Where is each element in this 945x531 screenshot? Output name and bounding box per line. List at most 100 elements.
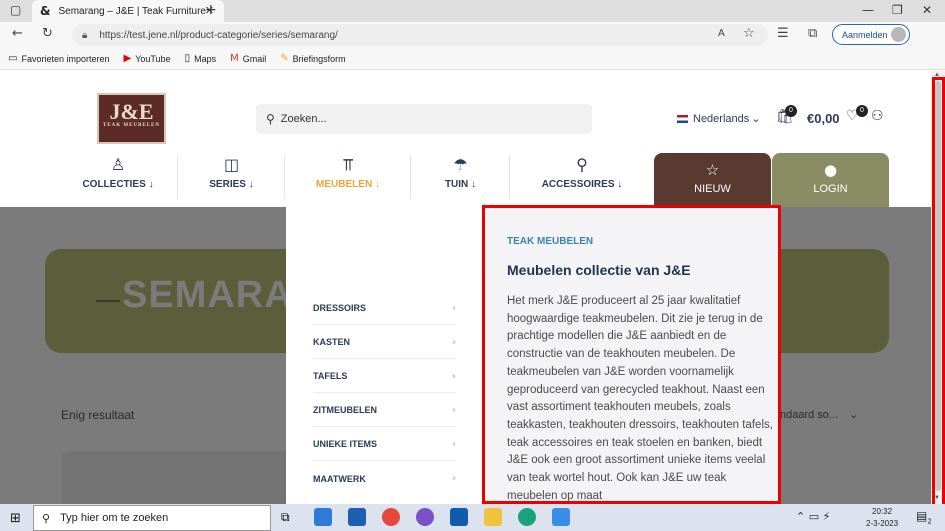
nav-tuin[interactable]: ☂ TUIN ↓ — [411, 155, 510, 207]
chevron-right-icon: › — [451, 473, 456, 484]
arrow-down-icon: ↓ — [471, 179, 477, 190]
cart-total[interactable]: €0,00 — [807, 111, 840, 126]
chevron-right-icon: › — [451, 370, 456, 382]
bookmark-import[interactable]: ▭ Favorieten importeren — [8, 53, 110, 64]
chevron-right-icon: › — [451, 302, 456, 314]
collections-icon[interactable]: ⧉ — [808, 26, 817, 41]
nav-label: TUIN — [444, 179, 469, 190]
nav-nieuw-button[interactable]: ☆ NIEUW — [654, 153, 771, 207]
edge-icon[interactable] — [518, 508, 536, 526]
windows-start-icon[interactable]: ⊞ — [10, 511, 21, 526]
cabinet-icon: ◫ — [223, 155, 240, 174]
sort-label: ndaard so... — [780, 409, 839, 421]
mega-kicker: TEAK MEUBELEN — [507, 236, 594, 247]
chevron-right-icon: › — [451, 404, 456, 416]
arrow-down-icon: ↓ — [374, 179, 380, 190]
chair-icon: ♙ — [110, 155, 126, 174]
result-count: Enig resultaat — [61, 408, 135, 422]
bookmark-briefingsform[interactable]: ✎ Briefingsform — [280, 53, 345, 64]
site-search-input[interactable]: ⚲ Zoeken... — [256, 104, 592, 134]
search-icon: ⚲ — [266, 112, 275, 126]
notification-icon[interactable]: ▤2 — [916, 509, 932, 525]
submenu-unieke-items[interactable]: UNIEKE ITEMS › — [313, 428, 456, 461]
arrow-down-icon: ↓ — [617, 179, 623, 190]
app-icon[interactable] — [416, 508, 434, 526]
site-logo[interactable]: J&E TEAK MEUBELEN — [97, 93, 166, 144]
search-icon: ⚲ — [42, 511, 51, 525]
signin-button[interactable]: Aanmelden — [832, 24, 910, 45]
table-icon: ⫪ — [343, 155, 353, 174]
photos-icon[interactable] — [552, 508, 570, 526]
nieuw-label: NIEUW — [694, 183, 731, 195]
maximize-icon[interactable]: ❐ — [892, 3, 903, 17]
nav-label: MEUBELEN — [316, 179, 373, 190]
url-text: https://test.jene.nl/product-categorie/s… — [99, 29, 338, 41]
nav-login-button[interactable]: ● LOGIN — [772, 153, 889, 207]
user-icon: ● — [823, 161, 838, 179]
scrollbar-highlight-box — [932, 77, 945, 514]
read-aloud-icon[interactable]: A — [718, 28, 725, 39]
windows-store-icon[interactable] — [314, 508, 332, 526]
chevron-down-icon: ⌄ — [751, 113, 761, 125]
taskbar-clock[interactable]: 20:32 2-3-2023 — [866, 506, 898, 530]
nav-meubelen[interactable]: ⫪ MEUBELEN ↓ — [285, 155, 411, 207]
chrome-icon[interactable] — [382, 508, 400, 526]
outlook-icon[interactable] — [450, 508, 468, 526]
search-placeholder: Zoeken... — [280, 113, 327, 125]
refresh-icon[interactable]: ↻ — [42, 26, 53, 41]
submenu-tafels[interactable]: TAFELS › — [313, 360, 456, 393]
submenu-dressoirs[interactable]: DRESSOIRS › — [313, 292, 456, 325]
signin-label: Aanmelden — [842, 29, 888, 40]
taskbar-search-input[interactable]: ⚲ Typ hier om te zoeken — [33, 505, 271, 531]
arrow-down-icon: ↓ — [148, 179, 154, 190]
sort-select[interactable]: ndaard so... ⌄ — [780, 408, 858, 421]
product-card[interactable] — [62, 451, 292, 504]
nav-accessoires[interactable]: ⚲ ACCESSOIRES ↓ — [510, 155, 654, 207]
submenu-label: TAFELS — [313, 371, 348, 381]
language-selector[interactable]: Nederlands ⌄ — [677, 112, 760, 125]
address-bar[interactable]: 🔒︎ https://test.jene.nl/product-categori… — [72, 24, 768, 46]
submenu-maatwerk[interactable]: MAATWERK › — [313, 462, 456, 495]
arrow-down-icon: ↓ — [248, 179, 254, 190]
mega-menu-submenu: DRESSOIRS › KASTEN › TAFELS › ZITMEUBELEN › … — [286, 207, 484, 504]
favorite-star-icon[interactable]: ☆ — [743, 26, 755, 41]
chevron-down-icon: ⌄ — [849, 408, 859, 421]
task-view-icon[interactable]: ⧉ — [281, 510, 290, 525]
browser-tab[interactable]: & Semarang – J&E | Teak Furniture ✕ — [32, 0, 224, 22]
back-icon[interactable]: ← — [12, 26, 23, 41]
nav-label: COLLECTIES — [82, 179, 146, 190]
parasol-icon: ☂ — [453, 155, 468, 174]
taskbar-search-placeholder: Typ hier om te zoeken — [60, 512, 169, 524]
account-icon[interactable]: ⚇ — [871, 108, 884, 124]
close-window-icon[interactable]: ✕ — [922, 3, 932, 17]
mail-icon[interactable] — [348, 508, 366, 526]
bookmark-maps[interactable]: ▯ Maps — [185, 53, 217, 64]
system-tray[interactable]: ⌃ ▭ ⚡ — [796, 510, 830, 523]
new-tab-icon[interactable]: + — [205, 2, 217, 18]
bookmarks-bar: ▭ Favorieten importeren ▶ YouTube ▯ Maps MG… — [0, 48, 945, 70]
bookmark-label: YouTube — [135, 53, 171, 64]
submenu-label: UNIEKE ITEMS — [313, 439, 378, 449]
windows-taskbar: ⊞ ⚲ Typ hier om te zoeken ⧉ ⌃ ▭ ⚡ 20:32 … — [0, 504, 945, 531]
mega-menu-description: TEAK MEUBELEN Meubelen collectie van J&E… — [484, 207, 780, 504]
tab-actions-icon[interactable]: ▢ — [10, 3, 21, 17]
youtube-icon: ▶ — [123, 53, 132, 64]
file-explorer-icon[interactable] — [484, 508, 502, 526]
bookmark-label: Gmail — [242, 53, 267, 64]
cart-count-badge: 0 — [785, 105, 797, 117]
clock-time: 20:32 — [872, 507, 893, 516]
tab-title: Semarang – J&E | Teak Furniture — [58, 5, 206, 17]
bookmark-gmail[interactable]: M Gmail — [230, 53, 266, 64]
chevron-right-icon: › — [451, 336, 456, 348]
favorites-icon[interactable]: ☰ — [777, 26, 789, 41]
bookmark-youtube[interactable]: ▶ YouTube — [124, 53, 171, 64]
submenu-zitmeubelen[interactable]: ZITMEUBELEN › — [313, 394, 456, 427]
language-label: Nederlands — [693, 112, 750, 125]
minimize-icon[interactable]: — — [862, 3, 874, 17]
nav-collecties[interactable]: ♙ COLLECTIES ↓ — [58, 155, 178, 207]
nav-series[interactable]: ◫ SERIES ↓ — [178, 155, 285, 207]
maps-icon: ▯ — [184, 53, 191, 64]
bookmark-label: Favorieten importeren — [21, 53, 110, 64]
notification-count: 2 — [927, 517, 932, 526]
submenu-kasten[interactable]: KASTEN › — [313, 326, 456, 359]
